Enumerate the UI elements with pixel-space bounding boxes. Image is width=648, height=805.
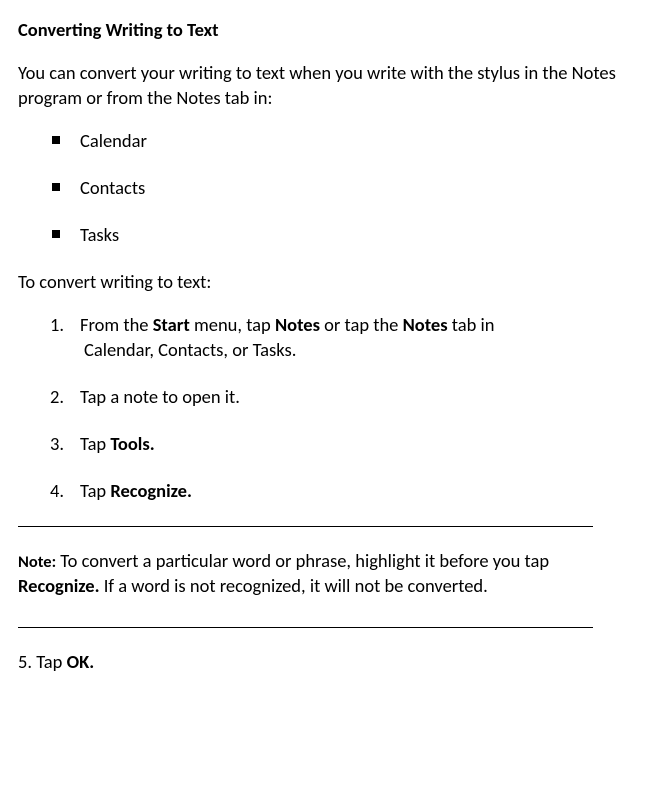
text-bold: Recognize. <box>18 574 100 597</box>
step-4: Tap Recognize. <box>18 479 630 504</box>
text: To convert a particular word or phrase, … <box>56 549 549 572</box>
text-bold: Start <box>153 313 190 336</box>
text-bold: Recognize. <box>110 479 192 502</box>
text-bold: Notes <box>275 313 320 336</box>
text: or tap the <box>320 313 403 336</box>
text: menu, tap <box>190 313 275 336</box>
text: From the <box>80 313 153 336</box>
list-item: Tasks <box>18 223 630 248</box>
divider <box>18 526 593 527</box>
text-bold: Tools. <box>110 432 154 455</box>
list-item: Contacts <box>18 176 630 201</box>
step-3: Tap Tools. <box>18 432 630 457</box>
list-item: Calendar <box>18 129 630 154</box>
note-paragraph: Note: To convert a particular word or ph… <box>18 549 630 599</box>
note-label: Note: <box>18 552 56 572</box>
step-1: From the Start menu, tap Notes or tap th… <box>18 313 630 363</box>
steps-list: From the Start menu, tap Notes or tap th… <box>18 313 630 504</box>
intro-paragraph: You can convert your writing to text whe… <box>18 61 630 111</box>
text: Tap <box>80 432 110 455</box>
subheading: To convert writing to text: <box>18 270 630 295</box>
text: Tap <box>80 479 110 502</box>
text: tab in <box>448 313 495 336</box>
text-bold: Notes <box>403 313 448 336</box>
step-5: 5. Tap OK. <box>18 650 630 675</box>
step-2: Tap a note to open it. <box>18 385 630 410</box>
text: Calendar, Contacts, or Tasks. <box>80 338 630 363</box>
text: 5. Tap <box>18 650 67 673</box>
bullet-list: Calendar Contacts Tasks <box>18 129 630 248</box>
divider <box>18 627 593 628</box>
section-title: Converting Writing to Text <box>18 18 630 43</box>
text-bold: OK. <box>67 650 95 673</box>
text: If a word is not recognized, it will not… <box>100 574 488 597</box>
